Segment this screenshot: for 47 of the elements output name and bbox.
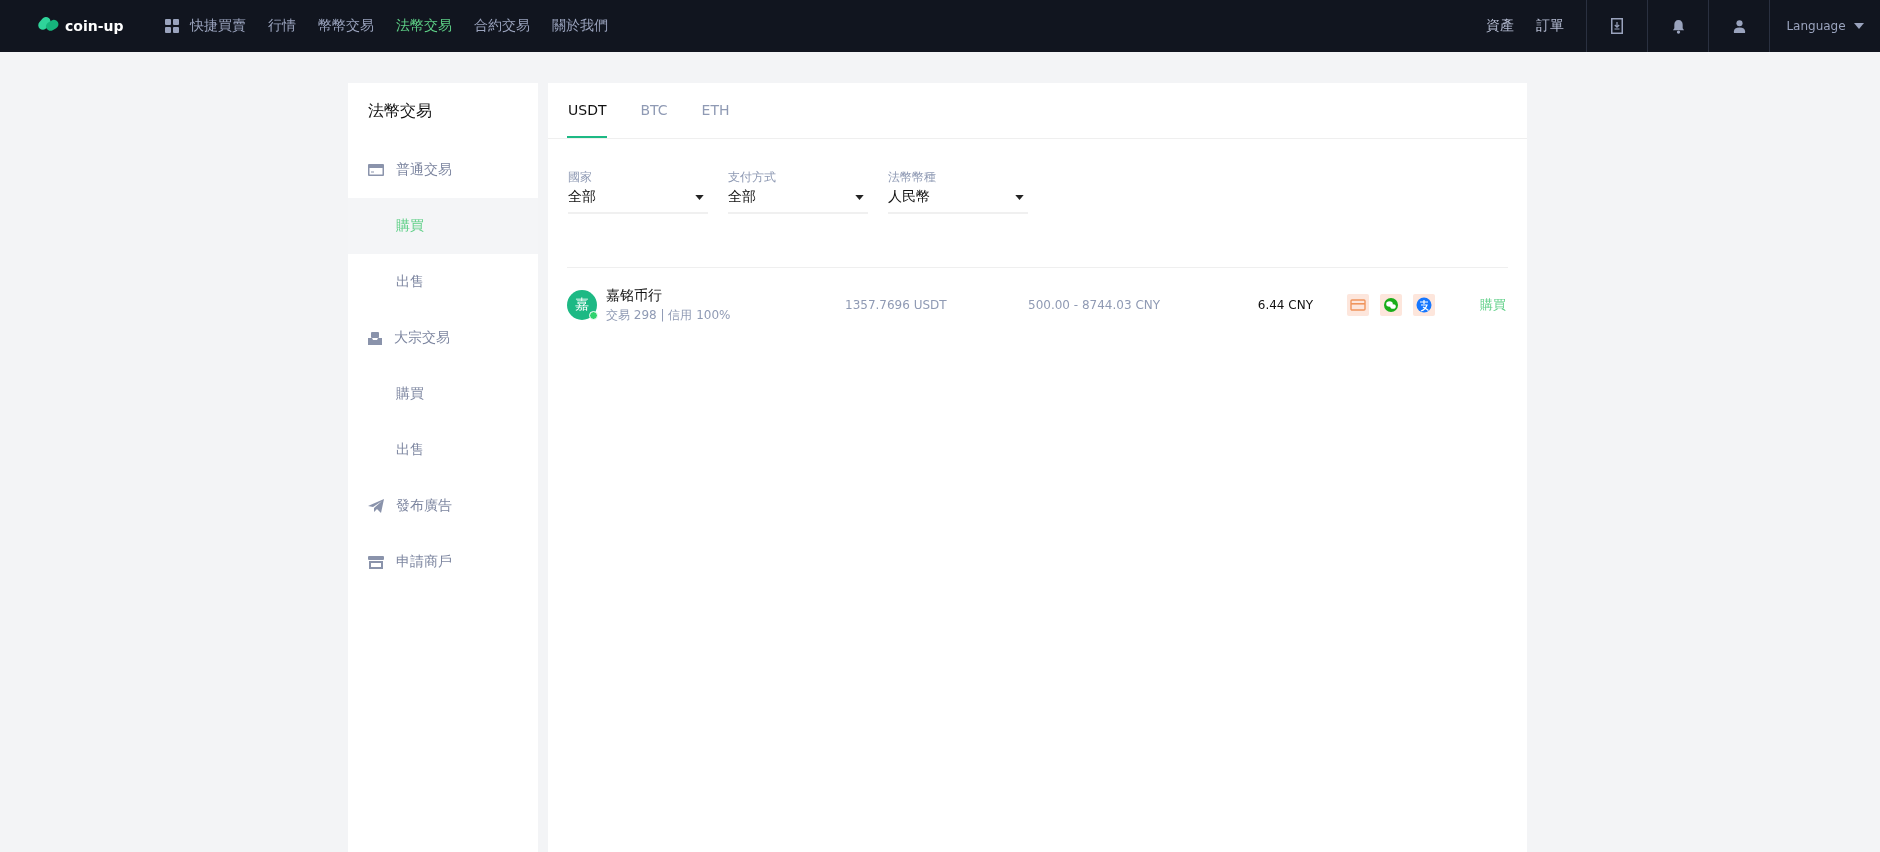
filter-dropdown[interactable]: 全部 xyxy=(568,186,708,214)
caret-icon xyxy=(1015,194,1024,200)
logo-text: coin-up xyxy=(65,18,124,34)
caret-icon xyxy=(1853,23,1864,29)
nav-link[interactable]: 行情 xyxy=(268,17,297,35)
card-icon xyxy=(368,164,384,176)
notification-icon[interactable] xyxy=(1671,18,1685,34)
caret-icon xyxy=(695,194,704,200)
nav-link[interactable]: 合約交易 xyxy=(474,17,531,35)
bank-card-icon xyxy=(1347,294,1369,316)
sidebar-item[interactable]: 發布廣告 xyxy=(348,478,538,534)
filter-label: 法幣幣種 xyxy=(888,169,937,186)
sidebar-subitem[interactable]: 出售 xyxy=(348,254,538,310)
filter-label: 國家 xyxy=(568,169,593,186)
header-link[interactable]: 資產 xyxy=(1486,17,1514,35)
currency-tab[interactable]: USDT xyxy=(567,83,608,138)
grid-icon[interactable] xyxy=(165,19,180,33)
merchant-name[interactable]: 嘉铭币行 xyxy=(606,286,731,305)
sidebar-item[interactable]: 大宗交易 xyxy=(348,310,538,366)
nav-link[interactable]: 關於我們 xyxy=(552,17,609,35)
avatar: 嘉 xyxy=(567,290,597,320)
nav-link[interactable]: 法幣交易 xyxy=(396,17,453,35)
language-menu[interactable]: Language xyxy=(1769,0,1880,52)
store-icon xyxy=(368,555,384,569)
chat-bubble-icon xyxy=(1380,294,1402,316)
filter-label: 支付方式 xyxy=(728,169,777,186)
nav-link[interactable]: 幣幣交易 xyxy=(318,17,375,35)
merchant-stats: 交易 298 | 信用 100% xyxy=(606,306,731,324)
caret-icon xyxy=(855,194,864,200)
header-link[interactable]: 訂單 xyxy=(1536,17,1564,35)
user-icon[interactable] xyxy=(1732,19,1746,33)
limit-text: 500.00 - 8744.03 CNY xyxy=(1028,298,1162,312)
sidebar-item[interactable]: 申請商戶 xyxy=(348,534,538,590)
inbox-icon xyxy=(368,331,382,345)
filter-dropdown[interactable]: 全部 xyxy=(728,186,868,214)
price-text: 6.44 CNY xyxy=(1256,298,1313,312)
sidebar-subitem[interactable]: 購買 xyxy=(348,366,538,422)
sidebar-subitem[interactable]: 出售 xyxy=(348,422,538,478)
download-icon[interactable] xyxy=(1611,18,1623,34)
payment-glyph-icon xyxy=(1413,294,1435,316)
nav-link[interactable]: 快捷買賣 xyxy=(190,17,247,35)
logo[interactable]: coin-up xyxy=(38,15,124,37)
sidebar-title: 法幣交易 xyxy=(367,100,433,122)
send-icon xyxy=(368,499,384,513)
amount-text: 1357.7696 USDT xyxy=(845,298,948,312)
sidebar-item[interactable]: 普通交易 xyxy=(348,142,538,198)
filter-dropdown[interactable]: 人民幣 xyxy=(888,186,1028,214)
